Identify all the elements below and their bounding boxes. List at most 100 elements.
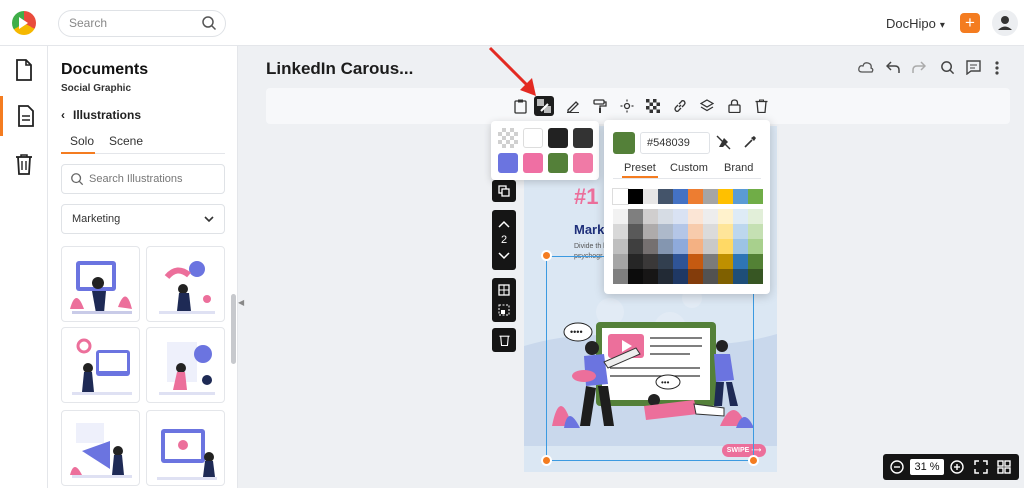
redo-icon[interactable] — [912, 60, 926, 74]
current-color-swatch[interactable] — [613, 132, 635, 154]
palette-color-cell[interactable] — [673, 224, 688, 239]
color-swatch[interactable] — [548, 153, 568, 173]
palette-color-cell[interactable] — [718, 269, 733, 284]
palette-color-cell[interactable] — [688, 269, 703, 284]
tab-custom[interactable]: Custom — [670, 162, 708, 178]
color-swatch[interactable] — [573, 153, 593, 173]
palette-color-cell[interactable] — [733, 224, 748, 239]
palette-color-cell[interactable] — [643, 209, 658, 224]
palette-color-cell[interactable] — [612, 188, 629, 205]
color-swatch[interactable] — [523, 153, 543, 173]
undo-icon[interactable] — [886, 60, 900, 74]
palette-color-cell[interactable] — [658, 254, 673, 269]
illustration-thumbnail[interactable] — [61, 410, 140, 486]
rail-new-document[interactable] — [0, 50, 48, 90]
chevron-up-icon[interactable] — [498, 220, 510, 228]
no-color-icon[interactable] — [716, 135, 731, 150]
resize-handle-top-left[interactable] — [541, 250, 552, 261]
illustration-thumbnail[interactable] — [61, 246, 140, 322]
color-swatch[interactable] — [498, 153, 518, 173]
tab-brand[interactable]: Brand — [724, 162, 753, 178]
cloud-sync-icon[interactable] — [858, 60, 874, 74]
grid-view-icon[interactable] — [996, 459, 1012, 475]
color-swatch[interactable] — [523, 128, 543, 148]
illustration-search-input[interactable]: Search Illustrations — [61, 164, 225, 194]
search-icon[interactable] — [940, 60, 955, 75]
palette-color-cell[interactable] — [718, 189, 733, 204]
adjust-button[interactable] — [617, 96, 637, 116]
palette-color-cell[interactable] — [658, 209, 673, 224]
rail-documents[interactable] — [0, 96, 48, 136]
palette-color-cell[interactable] — [703, 254, 718, 269]
resize-handle-bottom-left[interactable] — [541, 455, 552, 466]
grid-icon[interactable] — [498, 284, 510, 296]
palette-color-cell[interactable] — [643, 189, 658, 204]
palette-color-cell[interactable] — [673, 209, 688, 224]
palette-color-cell[interactable] — [673, 269, 688, 284]
chevron-down-icon[interactable] — [498, 252, 510, 260]
palette-color-cell[interactable] — [733, 254, 748, 269]
palette-color-cell[interactable] — [673, 239, 688, 254]
tab-solo[interactable]: Solo — [61, 134, 95, 154]
color-swatch[interactable] — [573, 128, 593, 148]
search-input[interactable]: Search — [58, 10, 226, 37]
palette-color-cell[interactable] — [748, 224, 763, 239]
palette-color-cell[interactable] — [643, 254, 658, 269]
palette-color-cell[interactable] — [718, 254, 733, 269]
palette-color-cell[interactable] — [628, 209, 643, 224]
zoom-out-icon[interactable] — [889, 459, 905, 475]
illustration-thumbnail[interactable] — [61, 327, 140, 403]
color-swatch-transparent[interactable] — [498, 128, 518, 148]
palette-color-cell[interactable] — [688, 254, 703, 269]
illustration-thumbnail[interactable] — [146, 410, 225, 486]
palette-color-cell[interactable] — [733, 209, 748, 224]
palette-color-cell[interactable] — [748, 254, 763, 269]
palette-color-cell[interactable] — [688, 209, 703, 224]
palette-color-cell[interactable] — [703, 239, 718, 254]
palette-color-cell[interactable] — [748, 269, 763, 284]
palette-color-cell[interactable] — [703, 189, 718, 204]
zoom-in-icon[interactable] — [949, 459, 965, 475]
document-title[interactable]: LinkedIn Carous... — [266, 59, 413, 79]
color-swatch[interactable] — [548, 128, 568, 148]
eyedropper-icon[interactable] — [743, 135, 757, 149]
format-painter-button[interactable] — [590, 96, 610, 116]
palette-color-cell[interactable] — [613, 224, 628, 239]
delete-page-button[interactable] — [492, 328, 516, 352]
duplicate-page-button[interactable] — [492, 180, 516, 202]
palette-color-cell[interactable] — [628, 239, 643, 254]
palette-color-cell[interactable] — [658, 239, 673, 254]
hex-input[interactable]: #548039 — [640, 132, 710, 154]
palette-color-cell[interactable] — [673, 254, 688, 269]
resize-handle-bottom-right[interactable] — [748, 455, 759, 466]
palette-color-cell[interactable] — [748, 209, 763, 224]
create-new-button[interactable]: + — [960, 13, 980, 33]
tab-scene[interactable]: Scene — [109, 134, 143, 154]
palette-color-cell[interactable] — [703, 269, 718, 284]
palette-color-cell[interactable] — [703, 224, 718, 239]
palette-color-cell[interactable] — [688, 224, 703, 239]
palette-color-cell[interactable] — [718, 209, 733, 224]
palette-color-cell[interactable] — [733, 239, 748, 254]
edit-button[interactable] — [563, 96, 583, 116]
palette-color-cell[interactable] — [748, 189, 763, 204]
palette-color-cell[interactable] — [733, 269, 748, 284]
palette-color-cell[interactable] — [643, 239, 658, 254]
tab-preset[interactable]: Preset — [622, 162, 658, 178]
palette-color-cell[interactable] — [748, 239, 763, 254]
palette-color-cell[interactable] — [628, 189, 643, 204]
collapse-panel-icon[interactable]: ◀ — [238, 298, 246, 318]
back-to-illustrations[interactable]: ‹ Illustrations — [61, 108, 141, 122]
fullscreen-icon[interactable] — [973, 459, 989, 475]
palette-color-cell[interactable] — [643, 224, 658, 239]
transparency-button[interactable] — [643, 96, 663, 116]
workspace-dropdown[interactable]: DocHipo ▾ — [886, 16, 945, 31]
slide-number-text[interactable]: #1 — [574, 184, 598, 210]
palette-color-cell[interactable] — [718, 224, 733, 239]
palette-color-cell[interactable] — [613, 254, 628, 269]
palette-color-cell[interactable] — [628, 269, 643, 284]
delete-button[interactable] — [751, 96, 771, 116]
illustration-thumbnail[interactable] — [146, 327, 225, 403]
lock-button[interactable] — [724, 96, 744, 116]
palette-color-cell[interactable] — [658, 189, 673, 204]
